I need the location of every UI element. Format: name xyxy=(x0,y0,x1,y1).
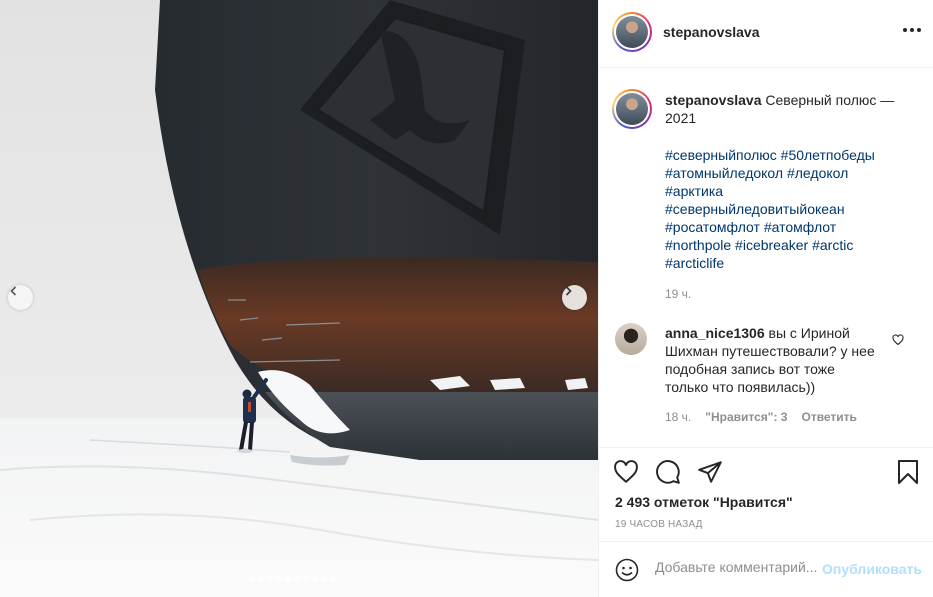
hashtag-line[interactable]: #northpole #icebreaker #arctic xyxy=(665,236,905,254)
comment-input[interactable] xyxy=(655,559,819,575)
carousel-dot xyxy=(276,576,282,582)
comment-timestamp: 18 ч. xyxy=(665,410,692,424)
publish-button[interactable]: Опубликовать xyxy=(822,561,922,577)
bookmark-icon[interactable] xyxy=(896,459,920,485)
carousel-dot xyxy=(258,576,264,582)
carousel-indicator xyxy=(249,576,336,582)
hashtag-line[interactable]: #arcticlife xyxy=(665,254,905,272)
caption-author-username[interactable]: stepanovslava xyxy=(665,92,762,108)
carousel-dot xyxy=(249,576,255,582)
comment-heart-icon[interactable] xyxy=(892,334,904,346)
comment-text: anna_nice1306 вы с Ириной Шихман путешес… xyxy=(665,324,879,396)
comment-likes[interactable]: "Нравится": 3 xyxy=(705,410,787,424)
author-avatar[interactable] xyxy=(612,12,652,52)
chevron-right-icon xyxy=(565,286,572,296)
chevron-left-icon xyxy=(10,286,17,296)
carousel-next-button[interactable] xyxy=(562,285,587,310)
comment-reply-button[interactable]: Ответить xyxy=(801,410,856,424)
hashtag-line[interactable]: #атомныйледокол #ледокол xyxy=(665,164,905,182)
hashtag-line[interactable]: #росатомфлот #атомфлот xyxy=(665,218,905,236)
emoji-icon[interactable] xyxy=(615,558,639,582)
caption-text: stepanovslava Северный полюс — 2021 xyxy=(665,91,905,127)
comment-meta: 18 ч. "Нравится": 3 Ответить xyxy=(665,410,857,424)
carousel-dot xyxy=(294,576,300,582)
hashtag-line[interactable]: #северныйполюс #50летпобеды xyxy=(665,146,905,164)
more-icon[interactable] xyxy=(901,22,923,38)
comment-icon[interactable] xyxy=(655,459,681,485)
carousel-dot xyxy=(267,576,273,582)
heart-icon[interactable] xyxy=(613,459,639,485)
carousel-dot xyxy=(312,576,318,582)
likes-count[interactable]: 2 493 отметок "Нравится" xyxy=(615,494,793,510)
post-photo[interactable] xyxy=(0,0,598,597)
commenter-avatar[interactable] xyxy=(615,323,647,355)
icebreaker-photo-image xyxy=(0,0,598,597)
post-date: 19 ЧАСОВ НАЗАД xyxy=(615,519,703,530)
carousel-prev-button[interactable] xyxy=(8,285,33,310)
post-header: stepanovslava xyxy=(599,0,933,68)
share-icon[interactable] xyxy=(697,459,723,485)
carousel-dot xyxy=(321,576,327,582)
hashtag-line[interactable]: #арктика xyxy=(665,182,905,200)
caption-author-avatar[interactable] xyxy=(612,89,652,129)
carousel-dot-active xyxy=(285,576,291,582)
author-username[interactable]: stepanovslava xyxy=(663,24,760,40)
carousel-dot xyxy=(330,576,336,582)
instagram-post-modal: stepanovslava stepanovslava Северный пол… xyxy=(0,0,933,597)
caption-timestamp: 19 ч. xyxy=(665,287,692,301)
post-side-panel: stepanovslava stepanovslava Северный пол… xyxy=(598,0,933,597)
post-actions: 2 493 отметок "Нравится" 19 ЧАСОВ НАЗАД xyxy=(599,447,933,541)
hashtag-line[interactable]: #северныйледовитыйокеан xyxy=(665,200,905,218)
commenter-username[interactable]: anna_nice1306 xyxy=(665,325,765,341)
carousel-dot xyxy=(303,576,309,582)
caption-hashtags: #северныйполюс #50летпобеды #атомныйледок… xyxy=(665,146,905,272)
comment-composer: Опубликовать xyxy=(599,541,933,597)
